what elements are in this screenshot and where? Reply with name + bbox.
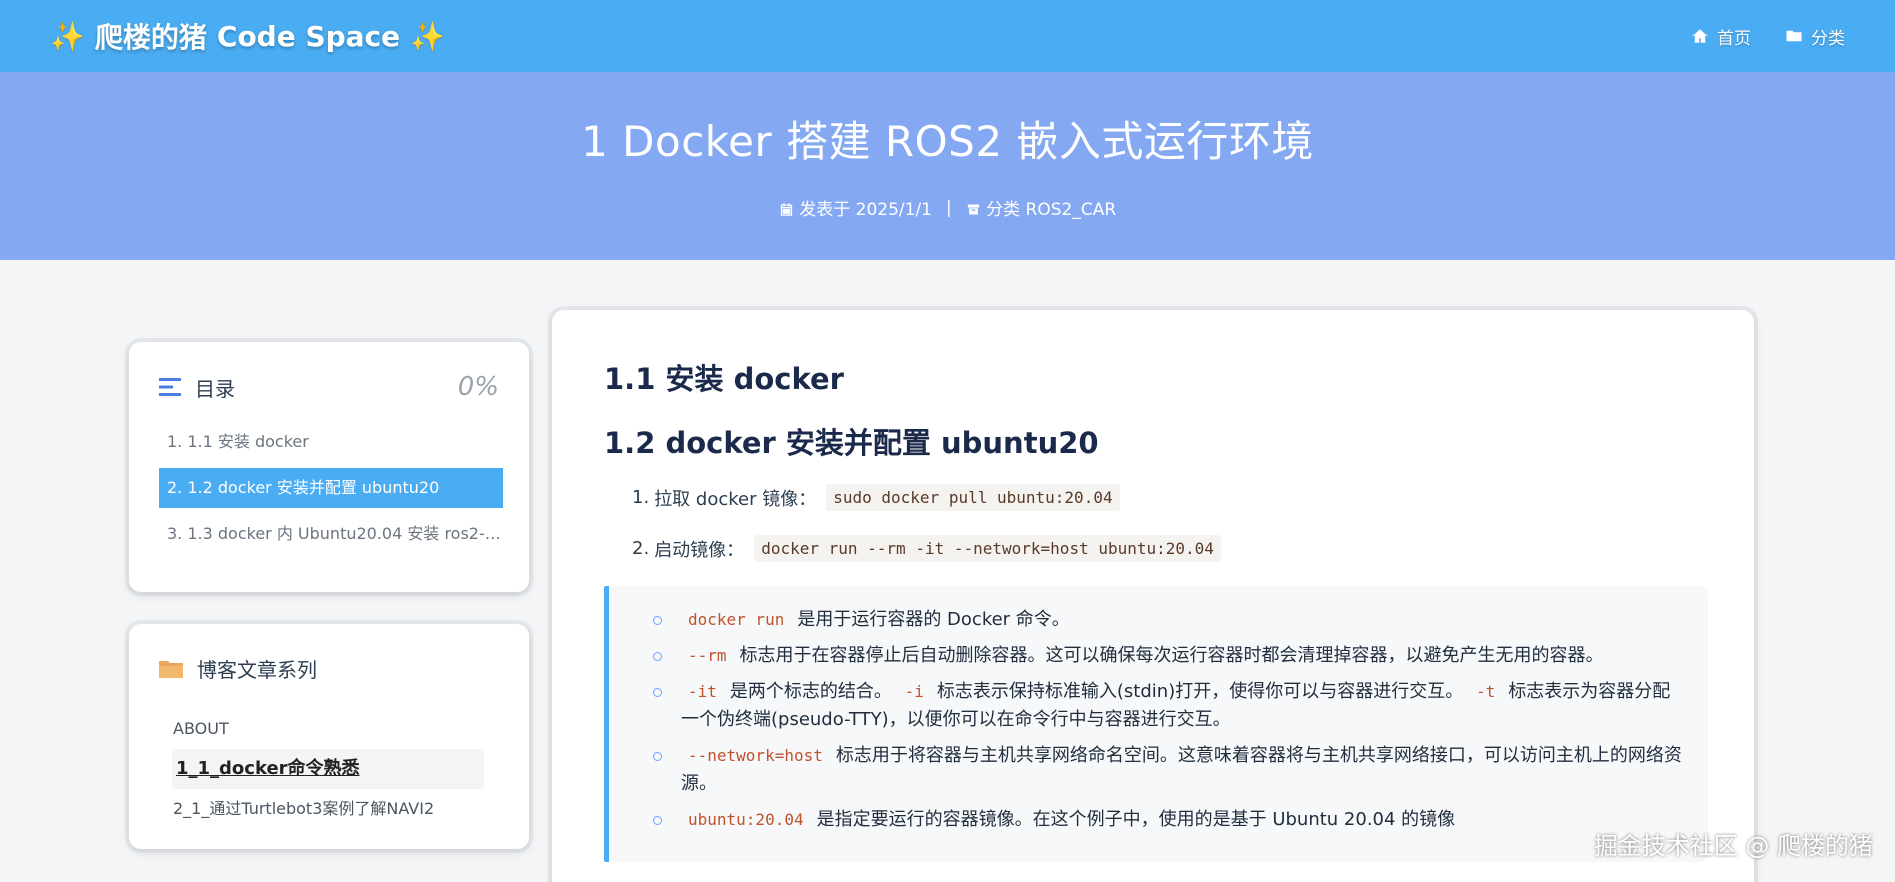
top-navbar: ✨ 爬楼的猪 Code Space ✨ 首页 分类 [0, 0, 1895, 72]
series-title: 博客文章系列 [197, 658, 317, 682]
nav-category-label: 分类 [1811, 28, 1845, 49]
post-title: 1 Docker 搭建 ROS2 嵌入式运行环境 [581, 117, 1314, 166]
toc-progress: 0% [457, 372, 499, 402]
series-card: 博客文章系列 ABOUT 1_1_docker命令熟悉 2_1_通过Turtle… [129, 624, 529, 849]
code-inline: sudo docker pull ubuntu:20.04 [826, 484, 1120, 511]
toc-item[interactable]: 1. 1.1 安装 docker [159, 422, 503, 462]
meta-separator: | [946, 197, 952, 218]
watermark: 掘金技术社区 @ 爬楼的猪 [1593, 832, 1873, 860]
steps-list: 1. 拉取 docker 镜像： sudo docker pull ubuntu… [632, 484, 1702, 562]
series-item[interactable]: 2_1_通过Turtlebot3案例了解NAVI2 [172, 789, 484, 829]
step-item: 2. 启动镜像： docker run --rm -it --network=h… [632, 535, 1702, 562]
post-date: 发表于 2025/1/1 [779, 195, 932, 220]
folder-icon [1786, 30, 1802, 42]
step-item: 1. 拉取 docker 镜像： sudo docker pull ubuntu… [632, 484, 1702, 511]
note-item: -it 是两个标志的结合。 -i 标志表示保持标准输入(stdin)打开，使得你可以… [653, 678, 1684, 734]
site-brand[interactable]: ✨ 爬楼的猪 Code Space ✨ [50, 16, 445, 56]
folder-icon [159, 660, 183, 678]
series-item-current[interactable]: 1_1_docker命令熟悉 [172, 749, 484, 789]
note-item: ubuntu:20.04 是指定要运行的容器镜像。在这个例子中，使用的是基于 Ub… [653, 806, 1684, 834]
note-item: docker run 是用于运行容器的 Docker 命令。 [653, 606, 1684, 634]
note-item: --rm 标志用于在容器停止后自动删除容器。这可以确保每次运行容器时都会清理掉容器… [653, 642, 1684, 670]
nav-home-link[interactable]: 首页 [1691, 24, 1751, 49]
post-category[interactable]: 分类 ROS2_CAR [966, 195, 1116, 220]
brand-prefix: 爬楼的猪 [94, 21, 207, 54]
list-icon [159, 378, 181, 396]
home-icon [1692, 29, 1708, 43]
nav-home-label: 首页 [1717, 28, 1751, 49]
archive-icon [967, 204, 979, 215]
nav-category-link[interactable]: 分类 [1785, 24, 1845, 49]
post-meta: 发表于 2025/1/1 | 分类 ROS2_CAR [0, 195, 1895, 220]
heading-install-docker: 1.1 安装 docker [604, 362, 844, 396]
sparkle-icon: ✨ [410, 19, 446, 53]
toc-item[interactable]: 3. 1.3 docker 内 Ubuntu20.04 安装 ros2-humb… [159, 514, 503, 554]
note-item: --network=host 标志用于将容器与主机共享网络命名空间。这意味着容器将… [653, 742, 1684, 798]
toc-header: 目录 0% [129, 342, 529, 402]
nav-links: 首页 分类 [1691, 24, 1845, 49]
toc-title: 目录 [195, 376, 235, 401]
toc-item-active[interactable]: 2. 1.2 docker 安装并配置 ubuntu20 [159, 468, 503, 508]
series-list: ABOUT 1_1_docker命令熟悉 2_1_通过Turtlebot3案例了… [129, 709, 529, 829]
toc-list: 1. 1.1 安装 docker 2. 1.2 docker 安装并配置 ubu… [129, 422, 529, 554]
series-item[interactable]: ABOUT [172, 709, 484, 749]
calendar-icon [780, 203, 792, 216]
brand-main: Code Space [216, 19, 401, 53]
sparkle-icon: ✨ [50, 19, 85, 53]
heading-configure-ubuntu: 1.2 docker 安装并配置 ubuntu20 [604, 426, 1099, 460]
article-body: 1.1 安装 docker 1.2 docker 安装并配置 ubuntu20 … [552, 310, 1754, 882]
toc-card: 目录 0% 1. 1.1 安装 docker 2. 1.2 docker 安装并… [129, 342, 529, 592]
explanation-blockquote: docker run 是用于运行容器的 Docker 命令。 --rm 标志用于在容… [604, 586, 1708, 862]
series-header: 博客文章系列 [129, 624, 529, 683]
code-inline: docker run --rm -it --network=host ubunt… [754, 535, 1221, 562]
post-hero: 1 Docker 搭建 ROS2 嵌入式运行环境 发表于 2025/1/1 | … [0, 72, 1895, 260]
